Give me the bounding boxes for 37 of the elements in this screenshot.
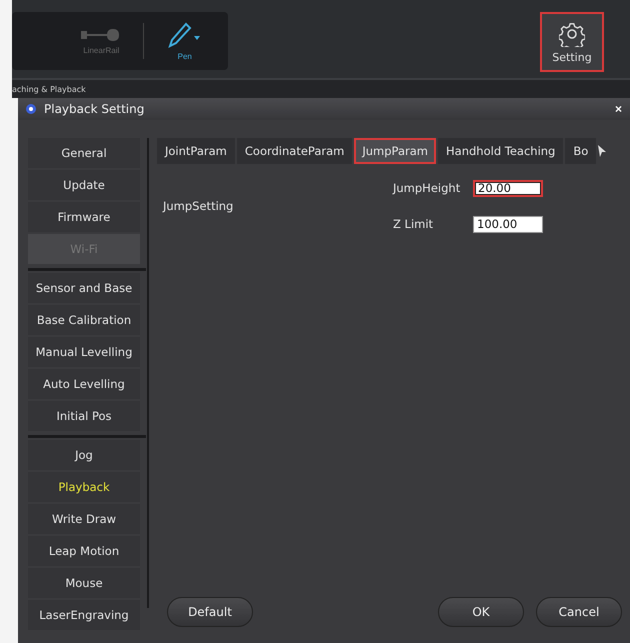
nav-item[interactable]: General xyxy=(28,138,140,168)
nav-item[interactable]: Sensor and Base xyxy=(28,273,140,303)
default-button[interactable]: Default xyxy=(167,597,253,627)
nav-item[interactable]: Update xyxy=(28,170,140,200)
field-label: Z Limit xyxy=(393,217,434,231)
ok-button[interactable]: OK xyxy=(438,597,524,627)
tab[interactable]: JointParam xyxy=(157,138,235,164)
dialog-title: Playback Setting xyxy=(44,102,144,116)
setting-button[interactable]: Setting xyxy=(540,12,604,72)
nav-item[interactable]: Mouse xyxy=(28,568,140,598)
input-field[interactable]: 100.00 xyxy=(473,216,543,232)
tab[interactable]: JumpParam xyxy=(354,138,436,164)
close-button[interactable]: × xyxy=(614,102,622,116)
nav-item[interactable]: Firmware xyxy=(28,202,140,232)
rail-icon xyxy=(81,28,122,42)
section-label: JumpSetting xyxy=(161,199,234,213)
toolbar-tool[interactable]: Pen xyxy=(155,22,214,60)
cancel-button[interactable]: Cancel xyxy=(536,597,622,627)
pointer-icon xyxy=(598,145,606,157)
app-icon xyxy=(26,104,36,114)
breadcrumb: aching & Playback xyxy=(12,84,86,94)
pen-icon xyxy=(168,22,202,48)
tab[interactable]: Handhold Teaching xyxy=(438,138,564,164)
nav-item[interactable]: Playback xyxy=(28,472,140,502)
nav-item[interactable]: Leap Motion xyxy=(28,536,140,566)
tab[interactable]: CoordinateParam xyxy=(236,138,352,164)
nav-item[interactable]: Jog xyxy=(28,440,140,470)
nav-item[interactable]: LaserEngraving xyxy=(28,600,140,630)
tab[interactable]: Bo xyxy=(565,138,596,164)
nav-item[interactable]: Initial Pos xyxy=(28,401,140,431)
input-field[interactable]: 20.00 xyxy=(473,180,543,196)
settings-icon xyxy=(559,20,585,46)
field-label: JumpHeight xyxy=(393,181,462,195)
nav-item[interactable]: Base Calibration xyxy=(28,305,140,335)
nav-item[interactable]: Auto Levelling xyxy=(28,369,140,399)
nav-item[interactable]: Write Draw xyxy=(28,504,140,534)
nav-item[interactable]: Manual Levelling xyxy=(28,337,140,367)
